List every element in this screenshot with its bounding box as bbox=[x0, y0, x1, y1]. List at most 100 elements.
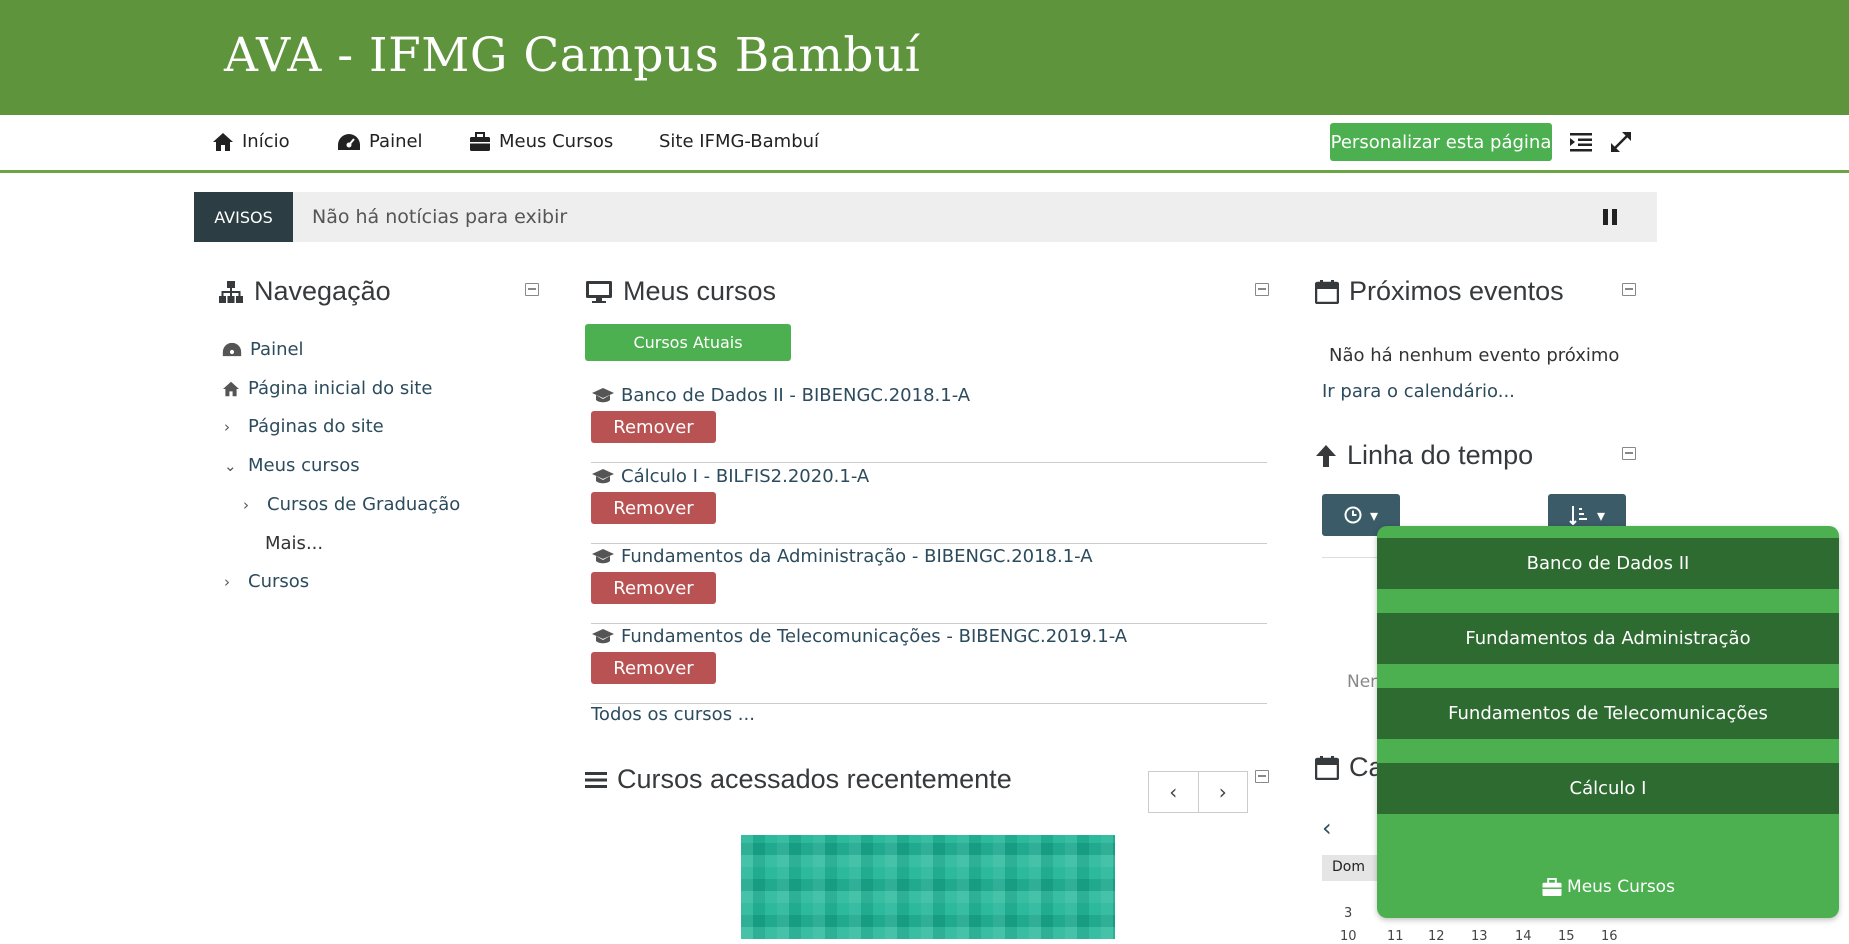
news-ticker: AVISOS Não há notícias para exibir bbox=[194, 192, 1657, 242]
chevron-right-icon: › bbox=[243, 495, 249, 514]
fullscreen-icon[interactable] bbox=[1608, 129, 1634, 155]
my-courses-title: Meus cursos bbox=[623, 276, 777, 306]
briefcase-icon bbox=[1542, 877, 1562, 896]
nav-link-my-courses-label: Meus cursos bbox=[248, 455, 360, 476]
navigation-title: Navegação bbox=[254, 276, 391, 306]
home-icon bbox=[223, 381, 239, 396]
my-courses-popup: Banco de Dados II Fundamentos da Adminis… bbox=[1377, 526, 1839, 918]
nav-link-courses-label: Cursos bbox=[248, 571, 310, 592]
nav-link-more[interactable]: Mais... bbox=[265, 533, 323, 554]
top-navbar: Início Painel Meus Cursos Site IFMG-Bamb… bbox=[0, 115, 1849, 173]
dashboard-icon bbox=[222, 342, 242, 357]
sort-amount-icon bbox=[1569, 506, 1587, 525]
popup-course-item[interactable]: Fundamentos da Administração bbox=[1377, 613, 1839, 664]
timeline-block-title: Linha do tempo bbox=[1315, 440, 1533, 471]
course-thumbnail[interactable] bbox=[741, 835, 1115, 939]
desktop-icon bbox=[586, 280, 612, 303]
news-label: AVISOS bbox=[194, 192, 293, 242]
nav-link-graduation-courses-label: Cursos de Graduação bbox=[267, 494, 461, 515]
timeline-title: Linha do tempo bbox=[1347, 440, 1534, 470]
course-link[interactable]: Cálculo I - BILFIS2.2020.1-A bbox=[591, 466, 869, 487]
nav-link-site-home[interactable]: Página inicial do site bbox=[222, 378, 432, 399]
nav-site-ifmg[interactable]: Site IFMG-Bambuí bbox=[659, 131, 819, 152]
course-name: Banco de Dados II - BIBENGC.2018.1-A bbox=[621, 385, 971, 406]
popup-course-item[interactable]: Cálculo I bbox=[1377, 763, 1839, 814]
chevron-left-icon[interactable]: ‹ bbox=[1149, 772, 1199, 812]
calendar-day[interactable]: 16 bbox=[1601, 929, 1618, 944]
indent-icon[interactable] bbox=[1568, 129, 1594, 155]
nav-home-label: Início bbox=[242, 131, 290, 152]
calendar-day[interactable]: 11 bbox=[1387, 929, 1404, 944]
nav-site-ifmg-label: Site IFMG-Bambuí bbox=[659, 131, 820, 152]
calendar-icon bbox=[1315, 755, 1339, 780]
carousel-nav: ‹ › bbox=[1148, 771, 1248, 813]
nav-my-courses[interactable]: Meus Cursos bbox=[469, 131, 613, 152]
course-link[interactable]: Fundamentos da Administração - BIBENGC.2… bbox=[591, 546, 1093, 567]
upcoming-events-title: Próximos eventos bbox=[1349, 276, 1564, 306]
calendar-day[interactable]: 13 bbox=[1471, 929, 1488, 944]
collapse-timeline-icon[interactable] bbox=[1622, 447, 1636, 460]
all-courses-link[interactable]: Todos os cursos ... bbox=[591, 704, 755, 725]
course-link[interactable]: Fundamentos de Telecomunicações - BIBENG… bbox=[591, 626, 1127, 647]
calendar-day[interactable]: 12 bbox=[1428, 929, 1445, 944]
calendar-day[interactable]: 10 bbox=[1340, 929, 1357, 944]
site-banner: AVA - IFMG Campus Bambuí bbox=[0, 0, 1849, 115]
popup-course-item[interactable]: Banco de Dados II bbox=[1377, 538, 1839, 589]
upcoming-events-block-title: Próximos eventos bbox=[1315, 276, 1564, 307]
calendar-day[interactable]: 14 bbox=[1515, 929, 1532, 944]
calendar-icon bbox=[1315, 279, 1339, 304]
sitemap-icon bbox=[219, 280, 243, 303]
news-message: Não há notícias para exibir bbox=[312, 206, 568, 228]
course-item: Cálculo I - BILFIS2.2020.1-A Remover bbox=[591, 466, 1267, 544]
graduation-cap-icon bbox=[592, 468, 614, 483]
nav-home[interactable]: Início bbox=[212, 131, 290, 152]
my-courses-block-title: Meus cursos bbox=[585, 276, 776, 307]
no-events-text: Não há nenhum evento próximo bbox=[1329, 345, 1620, 366]
remove-button[interactable]: Remover bbox=[591, 411, 716, 443]
nav-link-dashboard-label: Painel bbox=[250, 339, 304, 360]
nav-link-more-label: Mais... bbox=[265, 533, 324, 554]
caret-down-icon: ▾ bbox=[1369, 505, 1379, 525]
nav-link-dashboard[interactable]: Painel bbox=[222, 339, 304, 360]
remove-button[interactable]: Remover bbox=[591, 652, 716, 684]
site-title[interactable]: AVA - IFMG Campus Bambuí bbox=[224, 28, 920, 83]
calendar-day[interactable]: 3 bbox=[1344, 906, 1352, 921]
nav-link-site-pages-label: Páginas do site bbox=[248, 416, 384, 437]
collapse-navigation-icon[interactable] bbox=[525, 283, 539, 296]
nav-my-courses-label: Meus Cursos bbox=[499, 131, 614, 152]
nav-dashboard-label: Painel bbox=[369, 131, 423, 152]
collapse-upcoming-events-icon[interactable] bbox=[1622, 283, 1636, 296]
tab-current-courses[interactable]: Cursos Atuais bbox=[585, 324, 791, 361]
calendar-link[interactable]: Ir para o calendário... bbox=[1322, 381, 1515, 402]
nav-link-graduation-courses[interactable]: › Cursos de Graduação bbox=[243, 494, 460, 515]
graduation-cap-icon bbox=[592, 628, 614, 643]
clock-icon bbox=[1344, 506, 1362, 524]
course-link[interactable]: Banco de Dados II - BIBENGC.2018.1-A bbox=[591, 385, 970, 406]
course-name: Fundamentos de Telecomunicações - BIBENG… bbox=[621, 626, 1128, 647]
nav-dashboard[interactable]: Painel bbox=[337, 131, 423, 152]
popup-my-courses-label: Meus Cursos bbox=[1567, 877, 1675, 897]
nav-link-courses[interactable]: › Cursos bbox=[224, 571, 309, 592]
pause-icon[interactable] bbox=[1601, 208, 1619, 226]
course-item: Fundamentos de Telecomunicações - BIBENG… bbox=[591, 626, 1267, 704]
graduation-cap-icon bbox=[592, 548, 614, 563]
customize-page-button[interactable]: Personalizar esta página bbox=[1330, 123, 1552, 161]
collapse-recent-courses-icon[interactable] bbox=[1255, 770, 1269, 783]
nav-link-site-home-label: Página inicial do site bbox=[248, 378, 433, 399]
collapse-my-courses-icon[interactable] bbox=[1255, 283, 1269, 296]
remove-button[interactable]: Remover bbox=[591, 492, 716, 524]
course-name: Fundamentos da Administração - BIBENGC.2… bbox=[621, 546, 1093, 567]
popup-my-courses-button[interactable]: Meus Cursos bbox=[1377, 856, 1839, 918]
nav-link-my-courses[interactable]: ⌄ Meus cursos bbox=[224, 455, 360, 476]
home-icon bbox=[213, 132, 233, 151]
recent-courses-block-title: Cursos acessados recentemente bbox=[585, 764, 1012, 795]
chevron-right-icon[interactable]: › bbox=[1199, 772, 1248, 812]
nav-link-site-pages[interactable]: › Páginas do site bbox=[224, 416, 384, 437]
remove-button[interactable]: Remover bbox=[591, 572, 716, 604]
chevron-down-icon: ⌄ bbox=[224, 456, 237, 475]
popup-course-item[interactable]: Fundamentos de Telecomunicações bbox=[1377, 688, 1839, 739]
calendar-day[interactable]: 15 bbox=[1558, 929, 1575, 944]
graduation-cap-icon bbox=[592, 387, 614, 402]
timeline-empty-text: Nen bbox=[1347, 672, 1381, 692]
calendar-prev-month-icon[interactable]: ‹ bbox=[1322, 814, 1332, 842]
